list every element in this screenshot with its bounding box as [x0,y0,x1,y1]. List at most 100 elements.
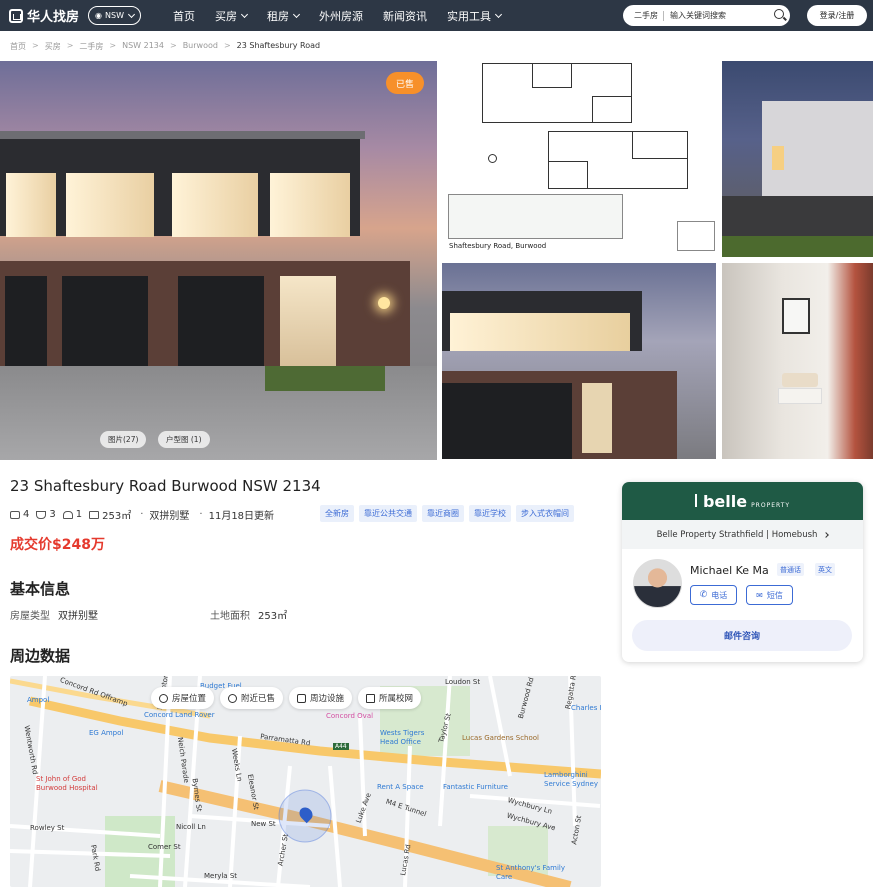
window-3 [172,173,258,237]
breadcrumb-home[interactable]: 首页 [10,41,26,52]
map-school-zone-button[interactable]: 所属校网 [358,687,422,709]
map-nearby-sold-button[interactable]: 附近已售 [220,687,284,709]
sms-button[interactable]: ✉ 短信 [746,585,793,605]
agency-logo-subtext: PROPERTY [751,501,791,509]
compass-icon [488,154,497,163]
floorplan-count-button[interactable]: 户型图 (1) [158,431,210,448]
map-place-label[interactable]: Concord Oval [326,712,373,720]
exterior-side-photo[interactable] [722,61,873,257]
parking-value: 1 [75,509,83,520]
listing-title: 23 Shaftesbury Road Burwood NSW 2134 [10,477,321,495]
floorplan-room [632,131,688,159]
chevron-down-icon [292,10,301,18]
agent-avatar[interactable] [633,559,682,608]
breadcrumb-postcode[interactable]: NSW 2134 [122,41,164,52]
garage-door-2 [62,276,148,366]
main-property-photo[interactable] [0,61,437,460]
map-place-label[interactable]: EG Ampol [89,729,123,737]
breadcrumb-separator: > [169,41,177,50]
region-selector[interactable]: ◉ NSW [88,6,141,25]
window-4 [270,173,350,237]
nav-tools[interactable]: 实用工具 [437,8,511,24]
agency-name-link[interactable]: Belle Property Strathfield | Homebush [622,520,863,549]
map-toolbar: 房屋位置 附近已售 周边设施 所属校网 [151,687,422,709]
floorplan-legend-box [677,221,715,251]
nav-news[interactable]: 新闻资讯 [373,8,437,24]
map-place-label[interactable]: Rent A Space [377,783,424,791]
shopping-bag-icon [297,693,307,703]
bath-icon [36,510,47,519]
search-input[interactable] [670,11,760,20]
location-icon [159,693,168,703]
site-logo[interactable]: 华人找房 [9,6,79,25]
agency-logo: belle PROPERTY [694,492,791,511]
property-type-label: 房屋类型 [10,611,50,622]
map-place-label[interactable]: Charles Fu [571,704,601,712]
top-navigation-bar: 华人找房 ◉ NSW 首页 买房 租房 外州房源 新闻资讯 实用工具 二手房 登… [0,0,873,31]
photos-count-button[interactable]: 图片(27) [100,431,147,448]
nav-home[interactable]: 首页 [163,8,205,24]
agent-card: belle PROPERTY Belle Property Strathfiel… [622,482,863,662]
map-place-text: Lamborghini Service Sydney [544,771,599,788]
breadcrumb-separator: > [32,41,39,50]
main-nav: 首页 买房 租房 外州房源 新闻资讯 实用工具 [163,8,511,24]
road-label: Comer St [148,843,181,851]
garage-door [442,383,572,459]
language-badge: 普通话 [777,563,804,576]
map-place-label[interactable]: St John of God Burwood Hospital [36,775,106,793]
entry-door [582,383,612,453]
breadcrumb-buy[interactable]: 买房 [45,41,61,52]
road-label: Meryla St [204,872,238,880]
cushions [782,373,818,387]
chevron-down-icon [494,10,503,18]
separator-dot: · [140,509,144,520]
breadcrumb-second-hand[interactable]: 二手房 [79,41,103,52]
feature-tag: 步入式衣帽间 [516,505,574,522]
map-place-label[interactable]: Concord Land Rover [144,711,215,719]
basic-info-heading: 基本信息 [10,580,71,598]
map-place-label[interactable]: St Anthony's Family Care [496,864,566,882]
land-area-value: 253㎡ [258,611,288,622]
agent-name[interactable]: Michael Ke Ma [690,564,769,577]
map-place-label[interactable]: Lamborghini Service Sydney [544,771,601,789]
bathrooms-value: 3 [49,509,56,520]
interior-photo[interactable] [722,263,873,459]
agency-logo-mark [694,493,697,507]
nav-rent[interactable]: 租房 [257,8,309,24]
garage-door-1 [5,276,47,366]
property-type-value: 双拼别墅 [58,611,98,622]
breadcrumb-suburb[interactable]: Burwood [183,41,218,52]
agency-logo-banner[interactable]: belle PROPERTY [622,482,863,520]
land-area-field: 土地面积 253㎡ [210,607,287,622]
map-facilities-label: 周边设施 [310,694,345,704]
map-place-text: St John of God Burwood Hospital [36,775,98,792]
call-button[interactable]: ✆ 电话 [690,585,737,605]
breadcrumb-separator: > [66,41,74,50]
floorplan-thumbnail[interactable] [442,61,718,258]
nav-buy[interactable]: 买房 [205,8,257,24]
entry-door [280,276,336,366]
login-register-button[interactable]: 登录/注册 [807,5,867,26]
sold-badge: 已售 [386,72,424,94]
map-place-label[interactable]: Lucas Gardens School [462,734,539,742]
separator-dot: · [199,509,203,520]
message-icon: ✉ [756,590,763,600]
map-house-location-button[interactable]: 房屋位置 [151,687,215,709]
listing-specs: 4 3 1 253㎡ · 双拼别墅 · 11月18日更新 [10,507,274,522]
house-window [772,146,784,170]
search-type-select[interactable]: 二手房 [623,10,663,21]
map-place-label[interactable]: Fantastic Furniture [443,783,508,791]
nav-interstate[interactable]: 外州房源 [309,8,373,24]
wall-light [378,297,390,309]
exterior-front-photo[interactable] [442,263,716,459]
feature-tag: 靠近公共交通 [359,505,417,522]
search-icon[interactable] [774,9,784,19]
breadcrumb: 首页 > 买房 > 二手房 > NSW 2134 > Burwood > 23 Shaft… [10,41,320,52]
house-area-icon [89,510,100,519]
email-enquiry-button[interactable]: 邮件咨询 [632,620,852,651]
region-label: NSW [105,11,124,20]
map-place-text: St Anthony's Family Care [496,864,566,881]
map-facilities-button[interactable]: 周边设施 [289,687,353,709]
map-place-label[interactable]: Wests Tigers Head Office [380,729,440,747]
map-place-label[interactable]: Ampol [27,696,49,704]
